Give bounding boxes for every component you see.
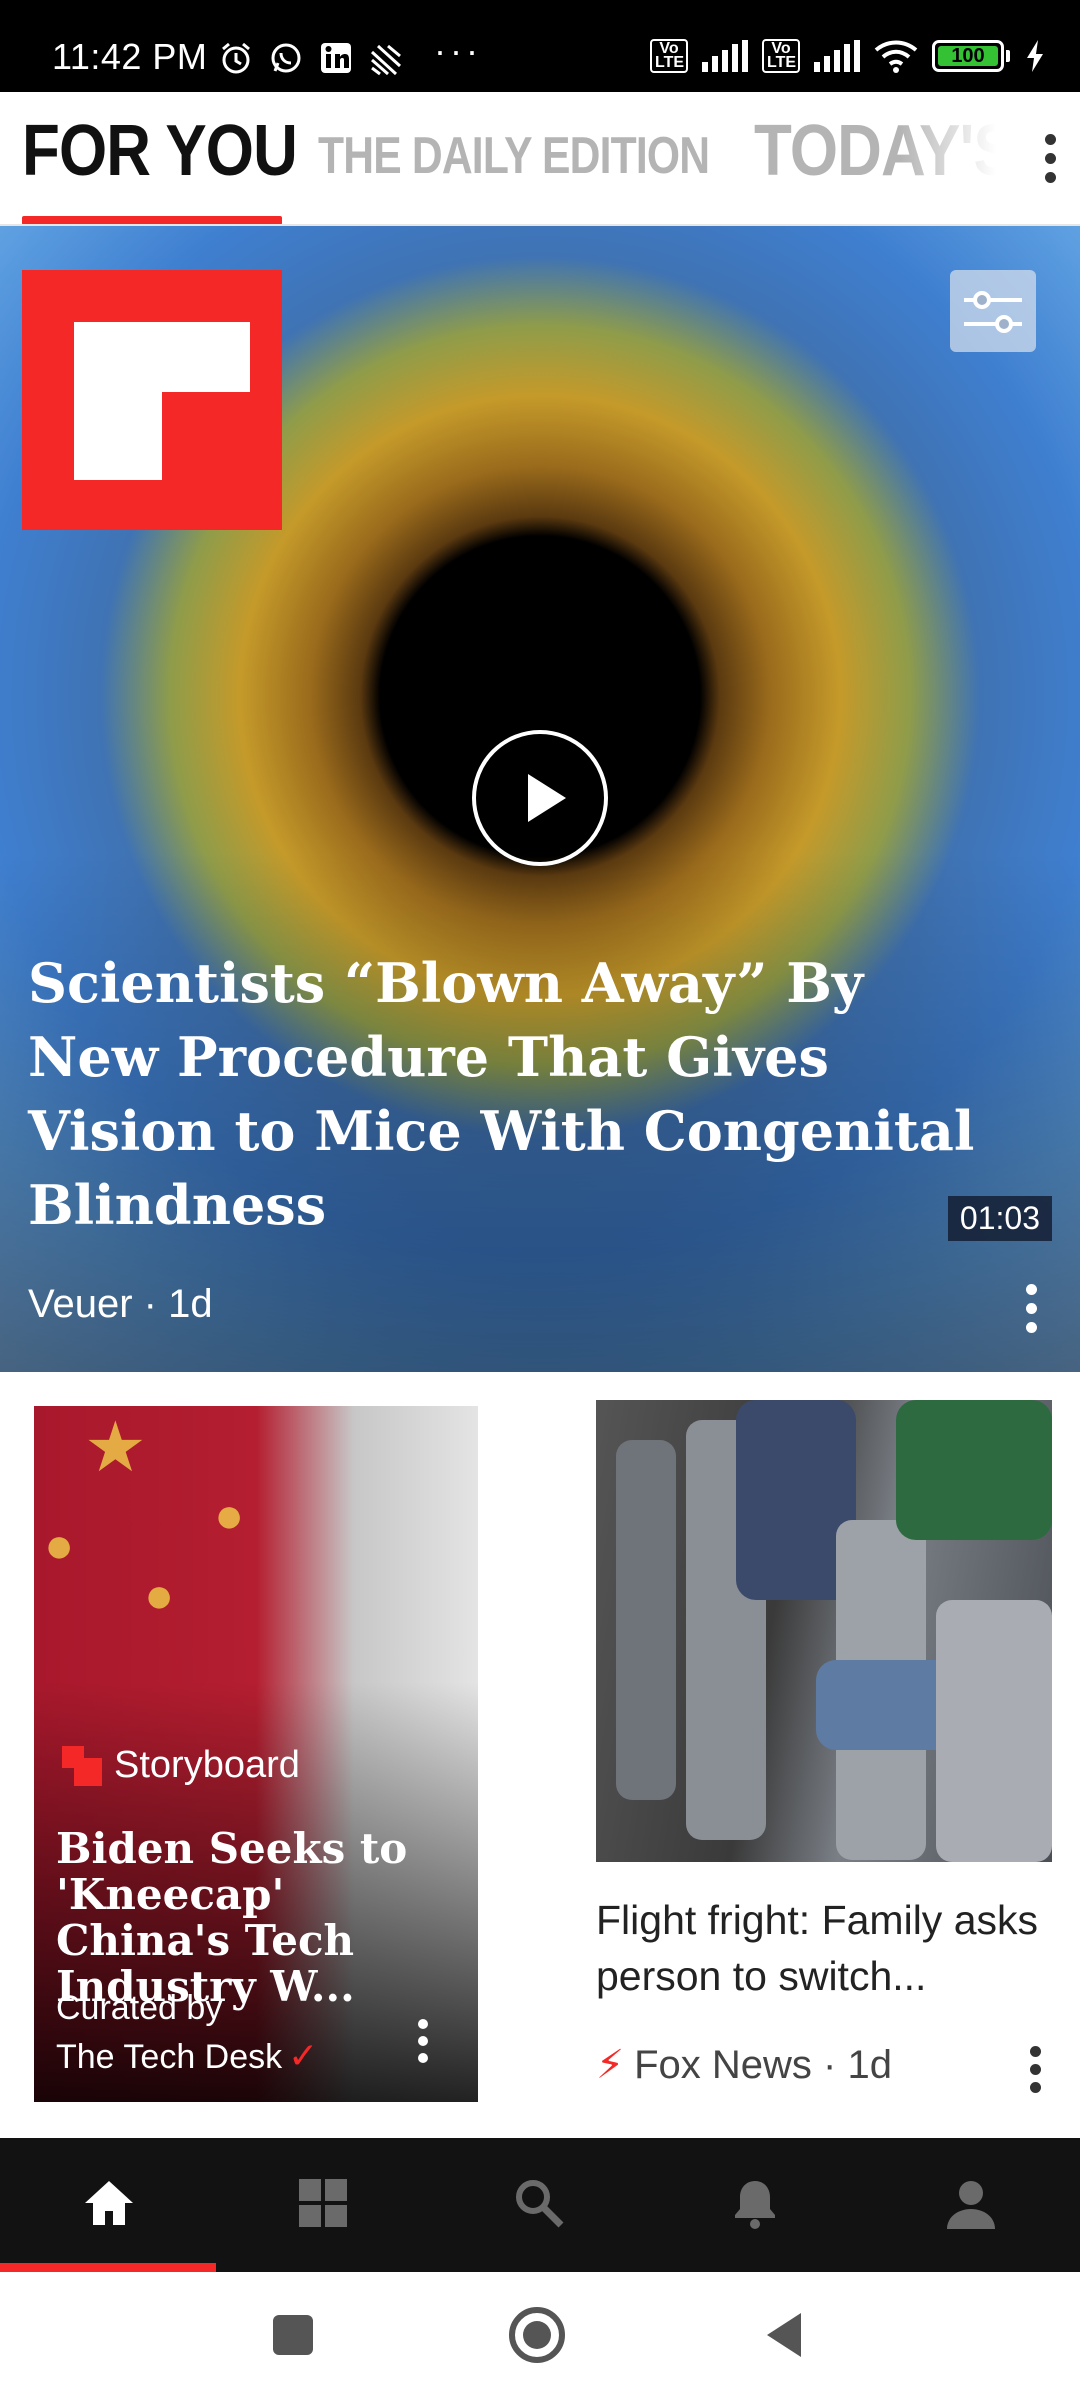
- nav-active-indicator: [0, 2263, 216, 2272]
- nav-notifications[interactable]: [720, 2168, 790, 2238]
- nav-search[interactable]: [504, 2168, 574, 2238]
- play-icon: [528, 774, 566, 822]
- storyboard-headline[interactable]: Biden Seeks to 'Kneecap' China's Tech In…: [56, 1826, 466, 2010]
- alarm-icon: [222, 42, 250, 74]
- battery-level: 100: [951, 44, 985, 67]
- tab-fade-overlay: [900, 92, 1020, 222]
- volte-badge-2: Vo LTE: [762, 39, 800, 73]
- recents-icon: [273, 2315, 313, 2355]
- status-bar: 11:42 PM ··· Vo LTE Vo LTE 100: [0, 0, 1080, 92]
- flag-star-decoration: ●: [144, 1567, 175, 1623]
- flag-star-decoration: ●: [44, 1517, 75, 1573]
- seat-shape: [616, 1440, 676, 1800]
- hero-source[interactable]: Veuer · 1d: [28, 1282, 213, 1327]
- signal-icon-2: [814, 40, 860, 72]
- flipboard-logo: [22, 270, 282, 530]
- storyboard-icon: [62, 1745, 102, 1786]
- profile-icon: [947, 2181, 995, 2229]
- nav-following[interactable]: [288, 2168, 358, 2238]
- grid-icon: [299, 2179, 347, 2227]
- back-icon: [767, 2313, 801, 2357]
- nav-profile[interactable]: [936, 2168, 1006, 2238]
- nav-home[interactable]: [74, 2168, 144, 2238]
- hero-headline[interactable]: Scientists “Blown Away” By New Procedure…: [28, 946, 988, 1242]
- flipboard-logo-mark: [74, 322, 250, 480]
- flight-article-image[interactable]: [596, 1400, 1052, 1862]
- home-circle-icon: [509, 2307, 565, 2363]
- volte-badge: Vo LTE: [650, 39, 688, 73]
- more-dot: [1025, 1283, 1037, 1295]
- home-system-button[interactable]: [504, 2302, 570, 2368]
- seat-shape: [936, 1600, 1052, 1862]
- more-dot: [418, 2036, 428, 2046]
- search-icon: [516, 2180, 564, 2228]
- passenger-shape: [896, 1400, 1052, 1540]
- home-icon: [85, 2181, 133, 2225]
- more-dot: [1029, 2063, 1041, 2075]
- customize-feed-button[interactable]: [950, 270, 1036, 352]
- curator-info: Curated by The Tech Desk ✓: [56, 1984, 318, 2081]
- cast-icon: [370, 44, 402, 76]
- sliders-icon: [964, 291, 1022, 333]
- back-system-button[interactable]: [752, 2302, 818, 2368]
- signal-icon: [702, 40, 748, 72]
- section-tabs: FOR YOU THE DAILY EDITION TODAY'S: [0, 92, 1080, 226]
- more-dot: [418, 2019, 428, 2029]
- flight-article-meta: ⚡ Fox News · 1d: [596, 2042, 892, 2088]
- battery-icon: 100: [932, 40, 1004, 72]
- status-overflow-dots: ···: [434, 30, 482, 71]
- tabs-more-button[interactable]: [1030, 118, 1070, 198]
- flight-article-more-button[interactable]: [1020, 2044, 1050, 2094]
- hero-more-button[interactable]: [1016, 1278, 1046, 1338]
- more-dot: [1029, 2045, 1041, 2057]
- charging-bolt-icon: [1027, 40, 1043, 72]
- wifi-icon: [874, 40, 918, 73]
- recents-button[interactable]: [260, 2302, 326, 2368]
- curated-by-label: Curated by: [56, 1989, 223, 2027]
- more-dot: [1044, 171, 1056, 183]
- status-time: 11:42 PM: [52, 36, 208, 77]
- battery-tip: [1006, 50, 1010, 62]
- flight-article-headline[interactable]: Flight fright: Family asks person to swi…: [596, 1892, 1056, 2004]
- tab-daily-edition[interactable]: THE DAILY EDITION: [318, 126, 710, 186]
- storyboard-more-button[interactable]: [408, 2016, 438, 2066]
- status-right-icons: Vo LTE Vo LTE 100: [650, 38, 1046, 74]
- more-dot: [1044, 133, 1056, 145]
- status-left-icons: [218, 40, 404, 76]
- hero-video-card[interactable]: Scientists “Blown Away” By New Procedure…: [0, 226, 1080, 1372]
- system-navigation-bar: [0, 2272, 1080, 2400]
- video-duration-badge: 01:03: [947, 1196, 1052, 1241]
- tab-for-you[interactable]: FOR YOU: [22, 110, 298, 192]
- curator-name[interactable]: The Tech Desk: [56, 2038, 282, 2076]
- play-button[interactable]: [472, 730, 608, 866]
- whatsapp-icon: [271, 43, 301, 73]
- storyboard-label: Storyboard: [114, 1744, 300, 1786]
- more-dot: [1025, 1302, 1037, 1314]
- flight-article-source[interactable]: Fox News · 1d: [634, 2043, 892, 2088]
- more-dot: [1025, 1321, 1037, 1333]
- active-tab-indicator: [22, 216, 282, 224]
- verified-check-icon: ✓: [288, 2035, 319, 2076]
- fox-news-bolt-icon: ⚡: [596, 2043, 625, 2087]
- flag-star-decoration: ●: [214, 1487, 245, 1543]
- linkedin-icon: [321, 43, 351, 73]
- more-dot: [1029, 2081, 1041, 2093]
- bottom-navigation: [0, 2138, 1080, 2272]
- bell-icon: [735, 2181, 775, 2229]
- more-dot: [1044, 152, 1056, 164]
- storyboard-badge: Storyboard: [62, 1744, 300, 1787]
- flag-star-decoration: ★: [84, 1408, 147, 1486]
- storyboard-card[interactable]: ★ ● ● ● Storyboard Biden Seeks to 'Kneec…: [34, 1406, 478, 2102]
- more-dot: [418, 2053, 428, 2063]
